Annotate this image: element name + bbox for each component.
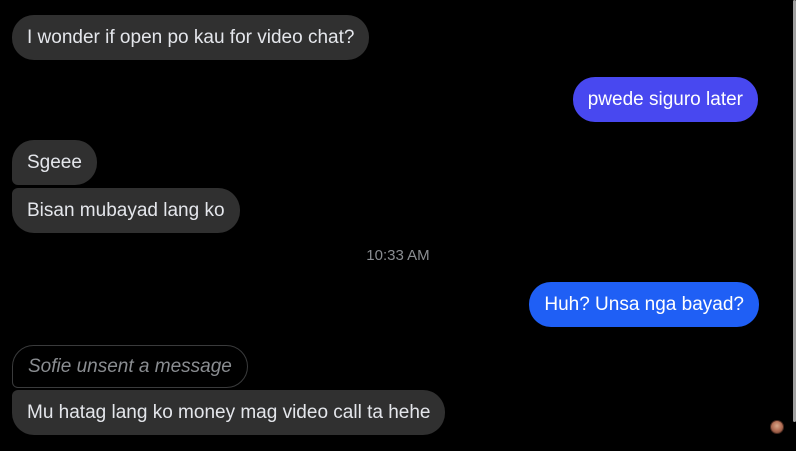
unsent-notice-text: Sofie unsent a message	[28, 355, 232, 377]
message-bubble-incoming[interactable]: Bisan mubayad lang ko	[12, 188, 240, 233]
message-text: Sgeee	[27, 151, 82, 173]
message-bubble-incoming[interactable]: Mu hatag lang ko money mag video call ta…	[12, 390, 446, 435]
message-timestamp: 10:33 AM	[366, 247, 430, 264]
message-bubble-outgoing[interactable]: pwede siguro later	[572, 77, 758, 122]
message-bubble-incoming[interactable]: I wonder if open po kau for video chat?	[12, 15, 370, 60]
unsent-message-notice: Sofie unsent a message	[12, 345, 248, 388]
message-text: Bisan mubayad lang ko	[27, 199, 225, 221]
message-text: pwede siguro later	[587, 88, 743, 110]
message-text: Huh? Unsa nga bayad?	[544, 293, 744, 315]
seen-avatar-icon	[770, 420, 784, 434]
message-text: Mu hatag lang ko money mag video call ta…	[27, 401, 431, 423]
message-bubble-outgoing[interactable]: Huh? Unsa nga bayad?	[529, 282, 759, 327]
chat-thread: I wonder if open po kau for video chat? …	[0, 0, 796, 451]
message-text: I wonder if open po kau for video chat?	[27, 26, 355, 48]
message-bubble-incoming[interactable]: Sgeee	[12, 140, 97, 185]
